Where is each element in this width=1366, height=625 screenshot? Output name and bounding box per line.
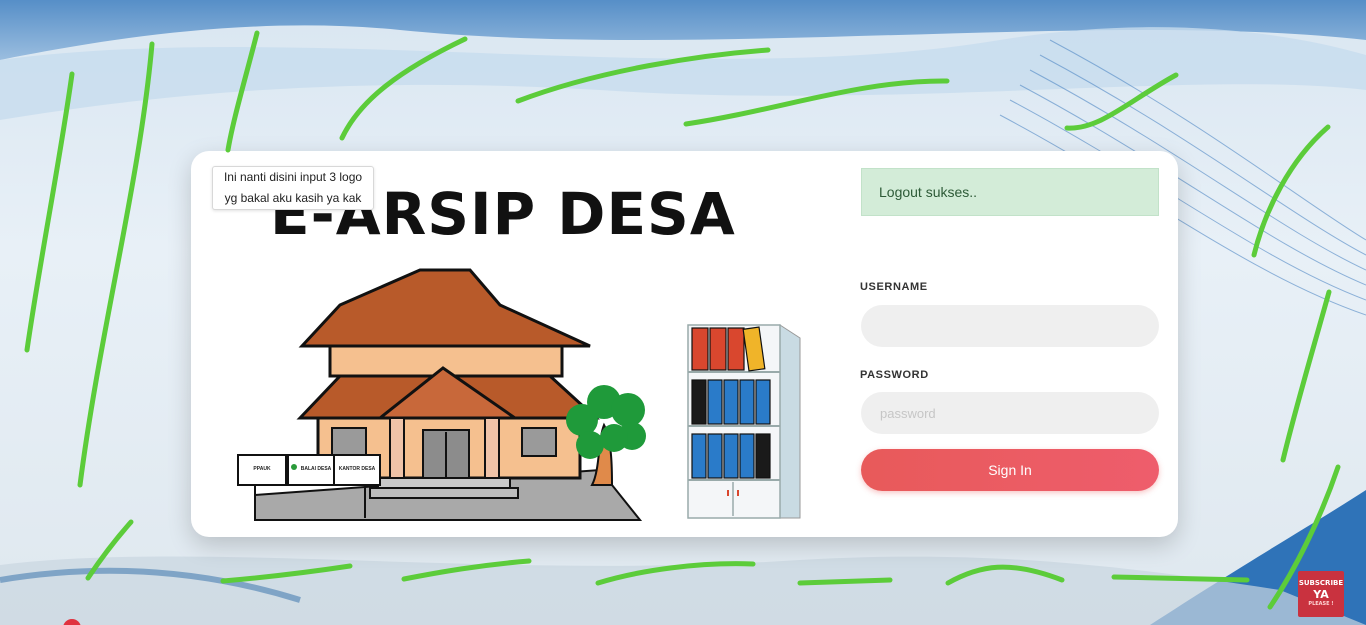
subscribe-badge-line-1: SUBSCRIBE	[1298, 579, 1344, 587]
sign-in-button[interactable]: Sign In	[861, 449, 1159, 491]
sign-label-ppauk: PPAUK	[253, 466, 271, 472]
username-input[interactable]	[861, 305, 1159, 347]
username-label: USERNAME	[860, 281, 928, 293]
tooltip-line-2: yg bakal aku kasih ya kak	[224, 191, 362, 205]
subscribe-badge[interactable]: SUBSCRIBE YA PLEASE !	[1298, 571, 1344, 617]
village-office-illustration	[237, 268, 801, 521]
logout-success-alert: Logout sukses..	[861, 168, 1159, 216]
tooltip-line-1: Ini nanti disini input 3 logo	[223, 170, 363, 184]
password-label: PASSWORD	[860, 369, 929, 381]
sign-label-kantor-desa: KANTOR DESA	[338, 466, 376, 472]
subscribe-badge-line-2: YA	[1313, 588, 1329, 601]
password-input[interactable]	[861, 392, 1159, 434]
subscribe-badge-line-3: PLEASE !	[1308, 601, 1334, 607]
logo-placeholder-tooltip: Ini nanti disini input 3 logo yg bakal a…	[212, 166, 374, 210]
sign-label-balai-desa: BALAI DESA	[300, 466, 332, 472]
